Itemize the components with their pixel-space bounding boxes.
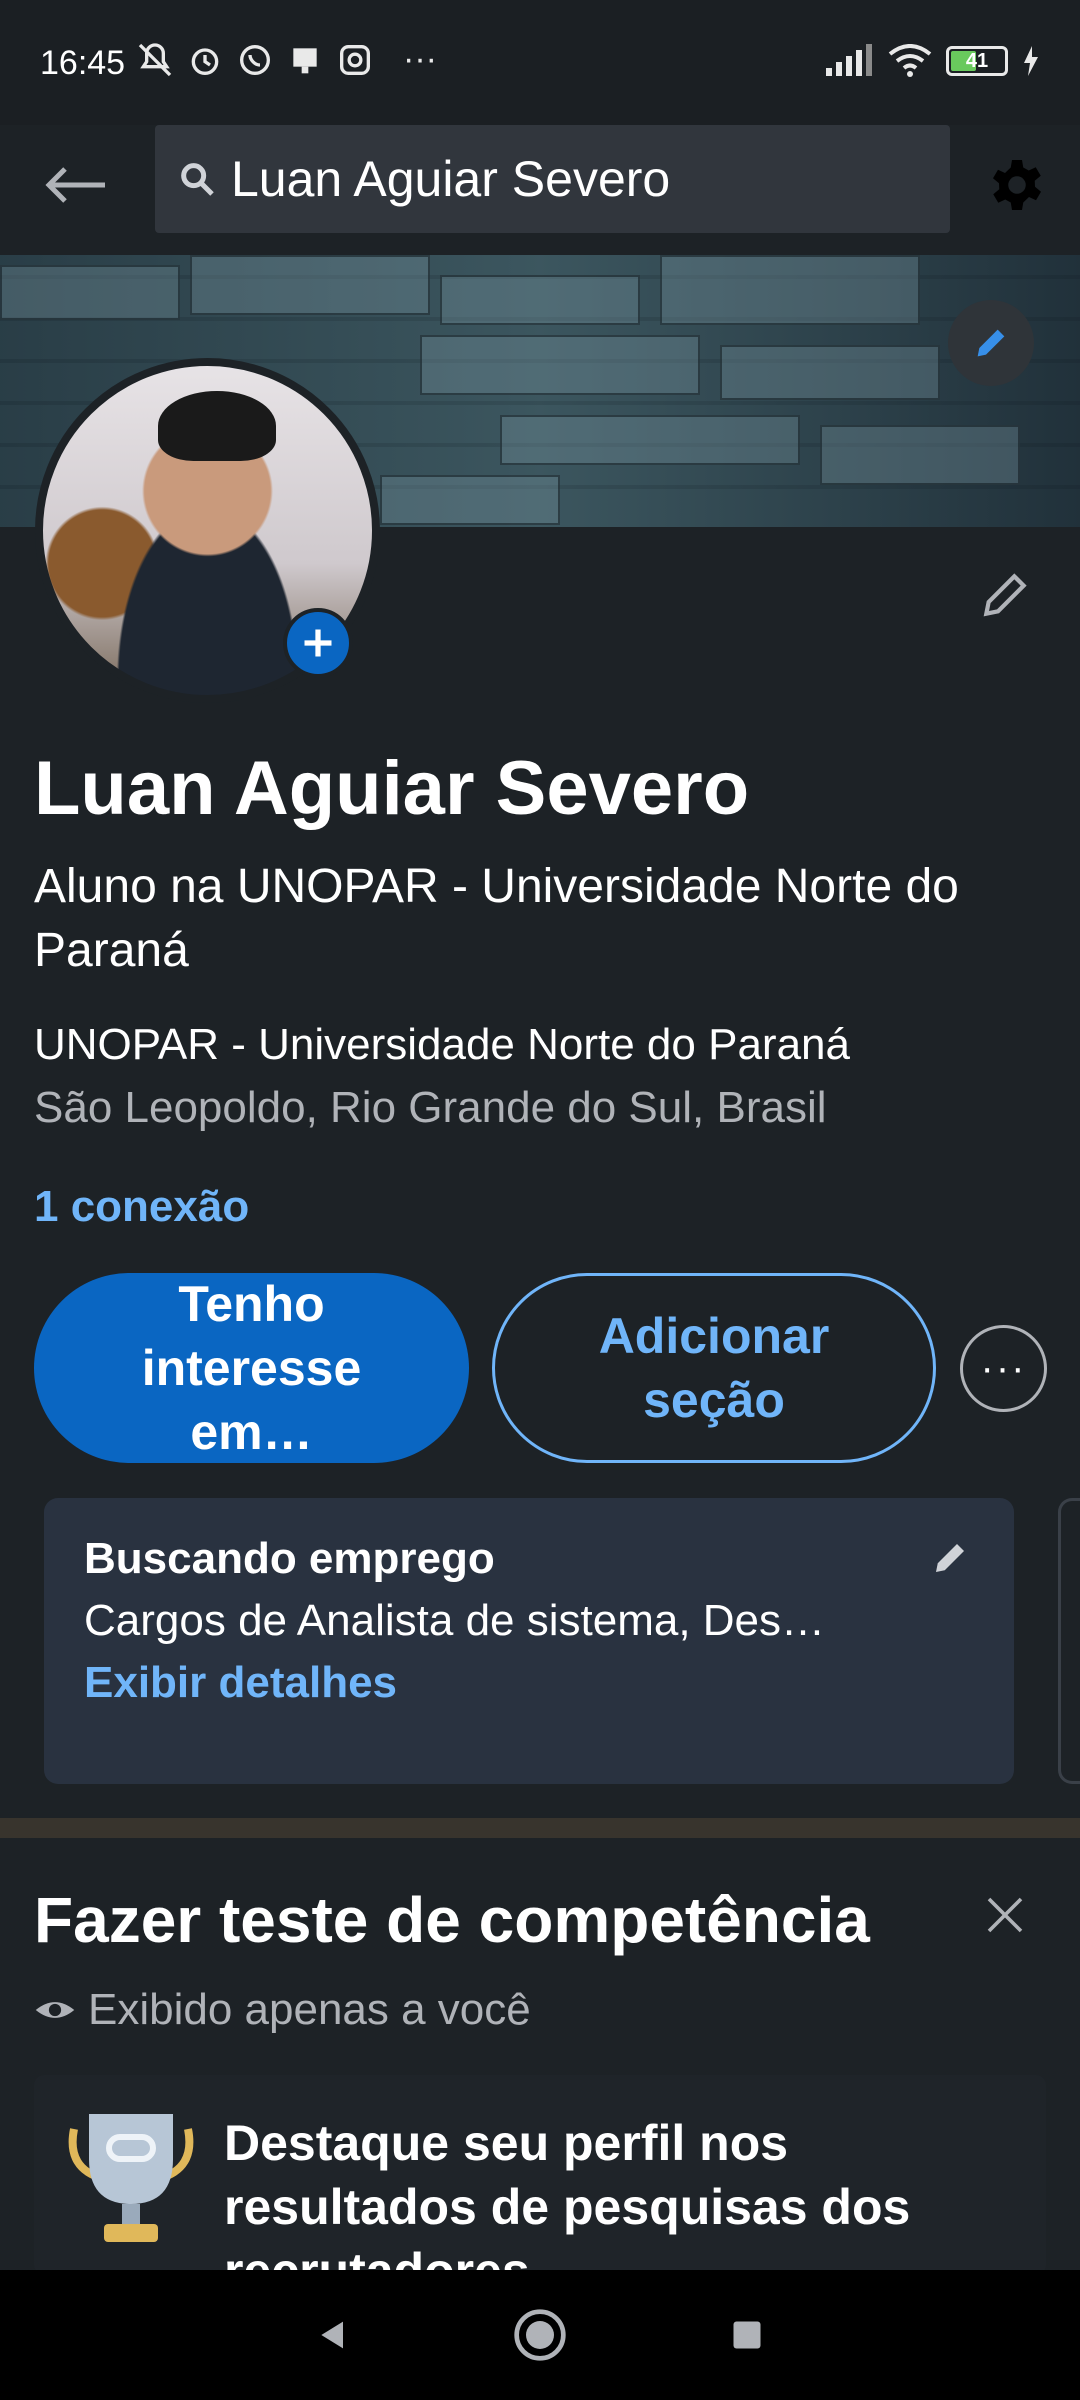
notification-icon	[293, 48, 317, 74]
open-to-work-title: Buscando emprego	[84, 1534, 495, 1583]
pencil-icon	[977, 329, 1005, 357]
open-to-button[interactable]: Tenho interesse em…	[34, 1273, 469, 1463]
whatsapp-icon	[240, 45, 270, 75]
eye-icon	[35, 2002, 75, 2018]
open-to-work-card[interactable]: Buscando emprego Cargos de Analista de s…	[44, 1498, 1014, 1784]
open-to-work-description: Cargos de Analista de sistema, Des…	[84, 1596, 826, 1645]
profile-name: Luan Aguiar Severo	[34, 746, 750, 831]
search-input[interactable]: Luan Aguiar Severo	[155, 125, 950, 233]
circle-home-icon	[514, 2309, 566, 2361]
edit-banner-button[interactable]	[948, 300, 1034, 386]
trophy-icon	[68, 2114, 194, 2242]
system-nav-bar	[0, 2270, 1080, 2400]
settings-button[interactable]	[982, 150, 1052, 220]
muted-icon	[138, 43, 172, 77]
status-icons-left: ···	[135, 40, 437, 80]
skill-test-card[interactable]: Destaque seu perfil nos resultados de pe…	[34, 2075, 1046, 2275]
plus-icon	[304, 629, 332, 657]
visibility-text: Exibido apenas a você	[88, 1985, 531, 2034]
status-time: 16:45	[40, 44, 126, 82]
gear-icon	[993, 160, 1041, 210]
status-bar: 16:45 ··· 41	[0, 0, 1080, 125]
section-divider	[0, 1818, 1080, 1838]
next-card-peek[interactable]	[1058, 1498, 1080, 1784]
skill-test-promo-text: Destaque seu perfil nos resultados de pe…	[224, 2115, 911, 2275]
more-icon: ···	[403, 40, 437, 78]
search-icon	[181, 163, 214, 196]
edit-profile-button[interactable]	[970, 560, 1040, 630]
triangle-back-icon	[321, 2321, 344, 2349]
close-icon	[987, 1897, 1023, 1933]
nav-back-button[interactable]	[298, 2300, 368, 2370]
more-icon: ···	[980, 1346, 1027, 1390]
edit-open-to-work-button[interactable]	[922, 1530, 978, 1586]
close-button[interactable]	[970, 1880, 1040, 1950]
profile-organization: UNOPAR - Universidade Norte do Paraná	[34, 1020, 850, 1069]
visibility-note: Exibido apenas a você	[34, 1985, 531, 2035]
arrow-left-icon	[45, 167, 105, 203]
profile-headline: Aluno na UNOPAR - Universidade Norte do …	[34, 860, 959, 977]
pencil-icon	[936, 1544, 964, 1572]
connections-link[interactable]: 1 conexão	[34, 1182, 249, 1232]
square-recents-icon	[733, 2321, 761, 2349]
battery-level: 41	[965, 49, 989, 72]
nav-home-button[interactable]	[505, 2300, 575, 2370]
wifi-icon	[888, 44, 932, 77]
skills-section-title: Fazer teste de competência	[34, 1884, 870, 1956]
status-icons-right: 41	[824, 44, 1040, 78]
signal-icon	[826, 44, 872, 76]
add-section-button[interactable]: Adicionar seção	[492, 1273, 936, 1463]
back-button[interactable]	[40, 150, 110, 220]
profile-location: São Leopoldo, Rio Grande do Sul, Brasil	[34, 1083, 827, 1132]
charging-icon	[1024, 46, 1038, 76]
alarm-icon	[191, 48, 219, 75]
show-details-link[interactable]: Exibir detalhes	[84, 1658, 974, 1708]
pencil-icon	[983, 573, 1027, 617]
more-actions-button[interactable]: ···	[960, 1325, 1047, 1412]
nav-recents-button[interactable]	[712, 2300, 782, 2370]
battery-icon: 41	[946, 46, 1008, 76]
instagram-icon	[340, 45, 370, 75]
search-query: Luan Aguiar Severo	[231, 151, 671, 207]
add-photo-button[interactable]	[283, 608, 353, 678]
top-bar: Luan Aguiar Severo	[0, 125, 1080, 255]
